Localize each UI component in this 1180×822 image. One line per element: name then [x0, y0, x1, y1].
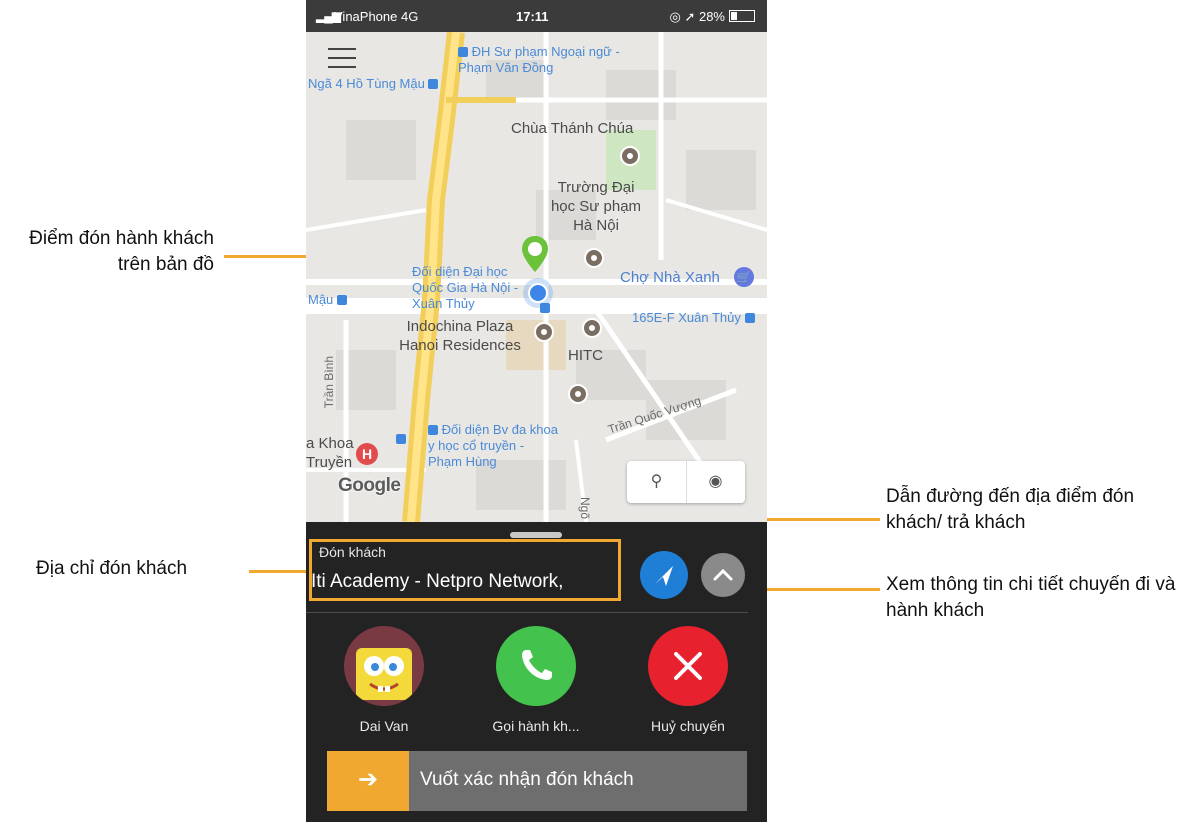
call-label: Gọi hành kh... [492, 718, 580, 734]
poi-cho-nha-xanh: Chợ Nhà Xanh [620, 269, 720, 286]
status-bar: ▂▄▆ VinaPhone 4G 17:11 ◎ ➚ 28% [306, 0, 767, 32]
street-ngo: Ngõ [578, 497, 592, 520]
battery-icon [729, 10, 755, 22]
avatar[interactable] [344, 626, 424, 706]
recenter-location-icon[interactable]: ◉ [686, 461, 745, 503]
school-icon [584, 248, 604, 268]
callout-pickup-on-map: Điểm đón hành khách trên bản đồ [29, 228, 214, 275]
bus-stop-icon [744, 313, 755, 323]
navigation-arrow-icon [655, 566, 673, 586]
cart-icon: 🛒 [734, 267, 754, 287]
callout-line-pickup-address [249, 570, 312, 573]
close-icon [674, 652, 702, 680]
swipe-confirm-slider[interactable]: ➔ Vuốt xác nhận đón khách [327, 751, 747, 811]
school-icon [568, 384, 588, 404]
hamburger-menu-icon[interactable] [328, 48, 356, 70]
temple-icon [620, 146, 640, 166]
pickup-label: Đón khách [319, 544, 386, 560]
hospital-icon: H [356, 443, 378, 465]
sheet-drag-handle[interactable] [510, 532, 562, 538]
poi-nga4-ho-tung-mau: Ngã 4 Hồ Tùng Mậu [308, 76, 439, 92]
expand-details-button[interactable] [701, 553, 745, 597]
callout-navigate: Dẫn đường đến địa điểm đón khách/ trả kh… [886, 486, 1135, 533]
bus-stop-icon [428, 79, 439, 89]
passenger-avatar-image [356, 648, 412, 700]
street-tran-binh: Trần Bình [322, 356, 336, 409]
poi-khoa-truyen: a Khoa Truyền [306, 435, 354, 471]
google-logo: Google [338, 475, 401, 496]
pickup-pin-icon[interactable] [519, 234, 551, 274]
swipe-confirm-text: Vuốt xác nhận đón khách [420, 769, 634, 790]
route-toggle-icon[interactable]: ⚲ [627, 461, 687, 503]
phone-screen: ▂▄▆ VinaPhone 4G 17:11 ◎ ➚ 28% ĐH Sư phạ… [306, 0, 767, 822]
poi-hitc: HITC [568, 347, 603, 364]
passenger-name: Dai Van [359, 718, 409, 734]
swipe-arrow-icon[interactable]: ➔ [327, 751, 409, 811]
chevron-up-icon [713, 568, 733, 581]
poi-indochina-plaza: Indochina Plaza Hanoi Residences [399, 318, 521, 354]
location-arrow-icon: ◎ ➚ [669, 9, 699, 24]
current-location-dot [528, 283, 548, 303]
divider [306, 612, 748, 613]
poi-chua-thanh-chua: Chùa Thánh Chúa [511, 120, 634, 137]
bus-stop-icon [458, 47, 468, 57]
status-right: ◎ ➚ 28% [669, 9, 755, 25]
call-passenger-button[interactable]: Gọi hành kh... [476, 626, 596, 734]
navigate-button[interactable] [640, 551, 688, 599]
bus-stop-icon [336, 295, 347, 305]
bottom-sheet: Đón khách Iti Academy - Netpro Network, [306, 522, 767, 822]
poi-mau: Mậu [308, 292, 347, 308]
map-controls: ⚲ ◉ [627, 461, 745, 503]
bus-stop-icon [428, 425, 438, 435]
callout-trip-details: Xem thông tin chi tiết chuyến đi và hành… [886, 574, 1176, 621]
poi-truong-dhsp: Trường Đại học Sư phạm Hà Nội [550, 179, 642, 234]
cancel-label: Huỷ chuyến [651, 718, 725, 734]
cancel-circle[interactable] [648, 626, 728, 706]
clock: 17:11 [516, 9, 549, 24]
place-icon [582, 318, 602, 338]
phone-icon [522, 650, 552, 680]
poi-165e: 165E-F Xuân Thủy [632, 310, 755, 326]
poi-dhsp-ngoai-ngu: ĐH Sư phạm Ngoại ngữ - Phạm Văn Đồng [458, 44, 620, 75]
map-view[interactable]: ▂▄▆ VinaPhone 4G 17:11 ◎ ➚ 28% ĐH Sư phạ… [306, 0, 767, 522]
cancel-trip-button[interactable]: Huỷ chuyến [628, 626, 748, 734]
call-circle[interactable] [496, 626, 576, 706]
bus-stop-icon [396, 434, 406, 444]
pickup-address: Iti Academy - Netpro Network, [311, 571, 564, 592]
passenger-profile[interactable]: Dai Van [324, 626, 444, 734]
battery-percent: 28% [698, 9, 725, 24]
poi-doi-dien-bv: Đối diện Bv đa khoa y học cổ truyền - Ph… [428, 422, 558, 469]
bus-stop-icon [540, 303, 550, 313]
callout-pickup-address: Địa chỉ đón khách [36, 558, 188, 579]
hotel-icon [534, 322, 554, 342]
carrier-label: VinaPhone 4G [334, 9, 419, 24]
